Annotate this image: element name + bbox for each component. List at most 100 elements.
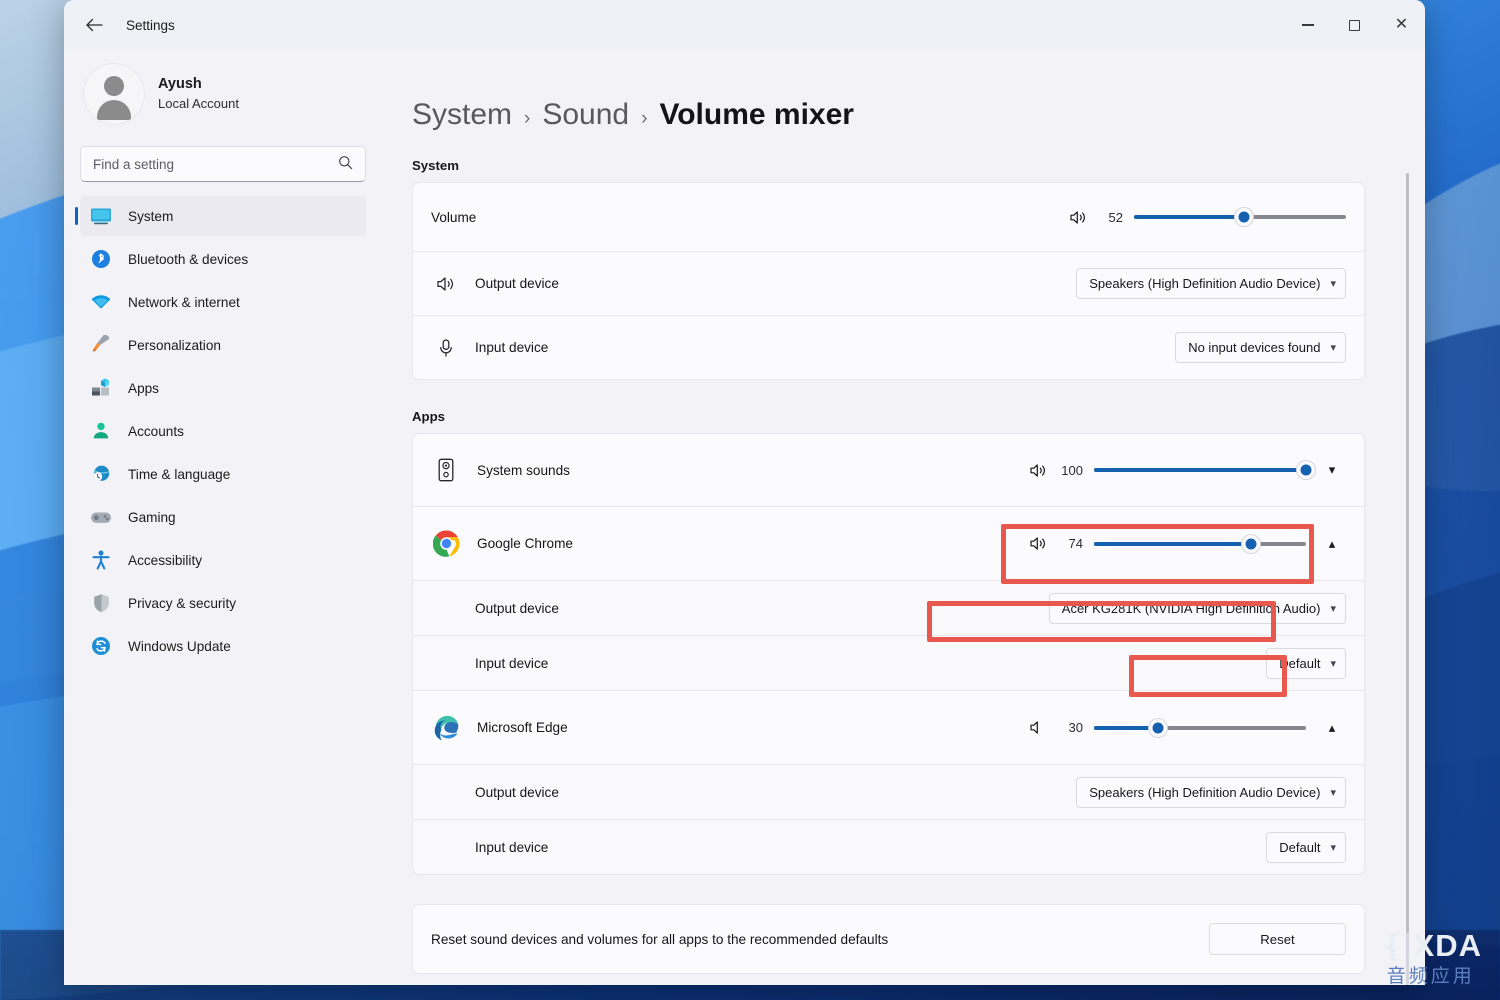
speaker-muted-icon [1029,719,1048,736]
chevron-up-icon[interactable]: ▴ [1318,714,1346,742]
xda-logo: ❴ XDA [1380,928,1482,964]
app-row-google-chrome: Google Chrome 74 ▴ [412,507,1365,581]
app-name: System sounds [477,462,570,478]
search-icon [338,155,353,173]
search-input[interactable] [93,156,338,172]
system-card-group: Volume 52 Output device Speakers (High D… [412,182,1365,380]
app-google-chrome-input-device[interactable]: Input device Default ▾ [412,636,1365,691]
sub-row-label: Input device [475,655,549,671]
apps-card-group: System sounds 100 ▾ Google Chrome 74 ▴ Output … [412,433,1365,875]
breadcrumb-volume-mixer: Volume mixer [659,98,854,131]
app-volume-fill [1094,541,1251,546]
maximize-icon [1349,19,1360,31]
breadcrumb-system[interactable]: System [412,98,512,132]
sidebar-item-bluetooth-devices[interactable]: Bluetooth & devices [80,239,366,279]
app-google-chrome-output-device[interactable]: Output device Acer KG281K (NVIDIA High De… [412,581,1365,636]
system-input-device-value: No input devices found [1188,340,1321,355]
app-microsoft-edge-input-device[interactable]: Input device Default ▾ [412,820,1365,875]
sidebar-item-privacy-security[interactable]: Privacy & security [80,583,366,623]
sidebar-item-label: Network & internet [128,294,240,310]
app-volume-slider[interactable]: 30 [1029,718,1306,737]
sidebar-item-network-internet[interactable]: Network & internet [80,282,366,322]
speaker-icon [1069,209,1088,226]
gamepad-icon [88,505,114,529]
window-body: Ayush Local Account System Bluetooth & de… [64,50,1425,985]
sidebar-item-label: Gaming [128,509,176,525]
app-volume-thumb[interactable] [1297,461,1315,479]
chevron-down-icon[interactable]: ▾ [1318,456,1346,484]
sub-row-dropdown[interactable]: Default ▾ [1266,831,1346,863]
sub-row-dropdown[interactable]: Acer KG281K (NVIDIA High Definition Audi… [1048,592,1346,624]
sidebar-item-label: Windows Update [128,638,231,654]
app-microsoft-edge-output-device[interactable]: Output device Speakers (High Definition A… [412,765,1365,820]
app-volume-track[interactable] [1094,718,1306,737]
content-scrollbar[interactable] [1406,173,1409,985]
sidebar-item-label: Apps [128,380,159,396]
close-button[interactable]: ✕ [1378,0,1425,50]
chevron-up-icon[interactable]: ▴ [1318,530,1346,558]
app-volume-value: 100 [1061,462,1083,478]
sidebar-item-label: Time & language [128,466,231,482]
sidebar-item-windows-update[interactable]: Windows Update [80,626,366,666]
sidebar-item-label: Accounts [128,423,184,439]
app-volume-thumb[interactable] [1148,718,1167,737]
scrollbar-thumb[interactable] [1406,173,1409,933]
system-input-device-dropdown[interactable]: No input devices found ▾ [1175,332,1346,363]
sidebar-item-accessibility[interactable]: Accessibility [80,540,366,580]
search-box[interactable] [80,146,366,182]
sidebar-item-system[interactable]: System [75,196,366,236]
volume-track[interactable] [1134,208,1346,226]
sidebar-item-personalization[interactable]: Personalization [80,325,366,365]
sub-row-dropdown[interactable]: Default ▾ [1266,647,1346,679]
sidebar: Ayush Local Account System Bluetooth & de… [64,50,382,985]
app-name: Google Chrome [477,536,573,551]
sidebar-item-label: Accessibility [128,552,203,568]
accessibility-icon [88,548,114,572]
maximize-button[interactable] [1331,0,1378,50]
volume-label: Volume [431,209,477,225]
chrome-icon [431,530,461,557]
volume-fill [1134,215,1245,219]
volume-thumb[interactable] [1235,208,1254,226]
app-volume-slider[interactable]: 74 [1029,534,1306,553]
shield-icon [88,591,114,615]
avatar-body [97,100,131,120]
minimize-button[interactable] [1284,0,1331,50]
sidebar-item-time-language[interactable]: Time & language [80,454,366,494]
sub-row-dropdown[interactable]: Speakers (High Definition Audio Device) ▾ [1076,776,1346,808]
app-volume-value: 74 [1068,536,1083,551]
chevron-down-icon: ▾ [1330,342,1336,354]
breadcrumb-sound[interactable]: Sound [542,98,629,132]
account-name: Ayush [158,76,202,93]
bluetooth-icon [88,247,114,271]
system-output-device-dropdown[interactable]: Speakers (High Definition Audio Device) … [1076,268,1346,299]
chevron-down-icon: ▾ [1330,841,1336,854]
paintbrush-icon [88,333,114,357]
app-volume-track[interactable] [1094,534,1306,553]
account-tile[interactable]: Ayush Local Account [80,50,366,136]
person-icon [88,419,114,443]
sidebar-item-apps[interactable]: Apps [80,368,366,408]
app-volume-thumb[interactable] [1241,534,1260,553]
volume-slider[interactable]: 52 [1069,208,1346,226]
sidebar-item-label: System [128,208,174,224]
back-button[interactable] [76,8,112,42]
app-volume-slider[interactable]: 100 [1029,461,1315,479]
system-output-device-value: Speakers (High Definition Audio Device) [1089,276,1321,291]
chevron-down-icon: ▾ [1330,786,1336,799]
apps-section-label: Apps [412,409,445,424]
system-input-device-row[interactable]: Input device No input devices found ▾ [412,316,1365,380]
close-icon: ✕ [1394,16,1409,33]
window-controls: ✕ [1284,0,1425,50]
reset-button[interactable]: Reset [1209,923,1346,955]
account-type: Local Account [158,96,239,111]
system-output-device-row[interactable]: Output device Speakers (High Definition … [412,252,1365,316]
breadcrumb-separator-icon: › [524,108,531,129]
sidebar-item-gaming[interactable]: Gaming [80,497,366,537]
app-volume-track[interactable] [1094,461,1315,479]
sub-row-value: Speakers (High Definition Audio Device) [1089,784,1321,800]
breadcrumb: System › Sound › Volume mixer [412,50,1365,158]
wifi-icon [88,290,114,314]
desktop-background: Settings ✕ Ayush Local Account Find a se… [0,0,1500,1000]
sidebar-item-accounts[interactable]: Accounts [80,411,366,451]
